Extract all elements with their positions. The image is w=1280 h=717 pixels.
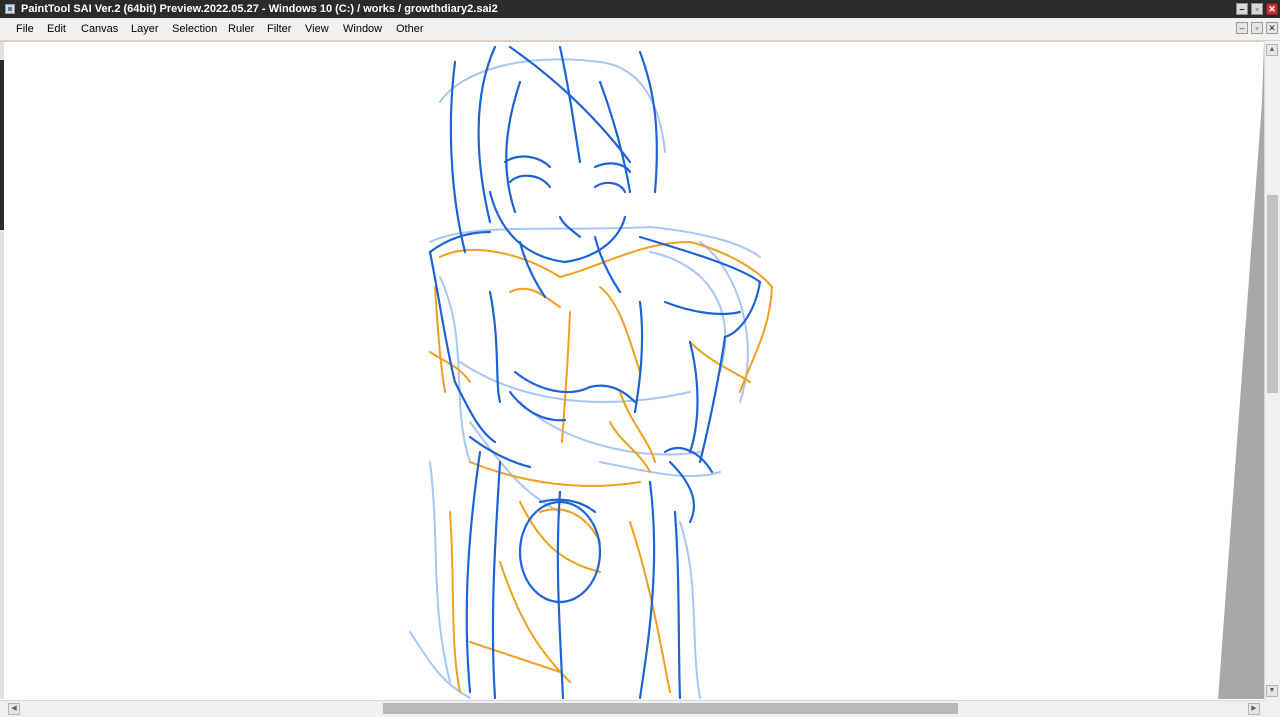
menu-other[interactable]: Other [396, 23, 424, 35]
menu-view[interactable]: View [305, 23, 329, 35]
window-title: PaintTool SAI Ver.2 (64bit) Preview.2022… [21, 3, 498, 15]
vertical-scroll-thumb[interactable] [1267, 195, 1278, 393]
document-minimize-button[interactable]: – [1236, 22, 1248, 34]
menu-layer[interactable]: Layer [131, 23, 159, 35]
menu-bar: File Edit Canvas Layer Selection Ruler F… [0, 18, 1280, 41]
menu-edit[interactable]: Edit [47, 23, 66, 35]
drawing-canvas[interactable] [0, 41, 1264, 699]
horizontal-scrollbar[interactable]: ◀ ▶ [0, 700, 1264, 717]
close-button[interactable]: ✕ [1266, 3, 1278, 15]
menu-filter[interactable]: Filter [267, 23, 291, 35]
scroll-left-arrow-icon[interactable]: ◀ [8, 703, 20, 715]
light-blue-rough-strokes [409, 58, 761, 699]
title-bar: PaintTool SAI Ver.2 (64bit) Preview.2022… [0, 0, 1280, 18]
menu-window[interactable]: Window [343, 23, 382, 35]
menu-file[interactable]: File [16, 23, 34, 35]
scroll-down-arrow-icon[interactable]: ▼ [1266, 685, 1278, 697]
app-icon[interactable] [5, 4, 15, 14]
horizontal-scroll-thumb[interactable] [383, 703, 958, 714]
scroll-right-arrow-icon[interactable]: ▶ [1248, 703, 1260, 715]
scrollbar-corner [1264, 700, 1280, 717]
maximize-button[interactable]: ▫ [1251, 3, 1263, 15]
menu-canvas[interactable]: Canvas [81, 23, 118, 35]
canvas-edge-wedge [1218, 42, 1264, 699]
document-close-button[interactable]: ✕ [1266, 22, 1278, 34]
minimize-button[interactable]: – [1236, 3, 1248, 15]
menu-selection[interactable]: Selection [172, 23, 217, 35]
document-restore-button[interactable]: ▫ [1251, 22, 1263, 34]
menu-ruler[interactable]: Ruler [228, 23, 254, 35]
scroll-up-arrow-icon[interactable]: ▲ [1266, 44, 1278, 56]
sketch-artwork [409, 42, 1264, 699]
vertical-scrollbar[interactable]: ▲ ▼ [1264, 41, 1280, 700]
